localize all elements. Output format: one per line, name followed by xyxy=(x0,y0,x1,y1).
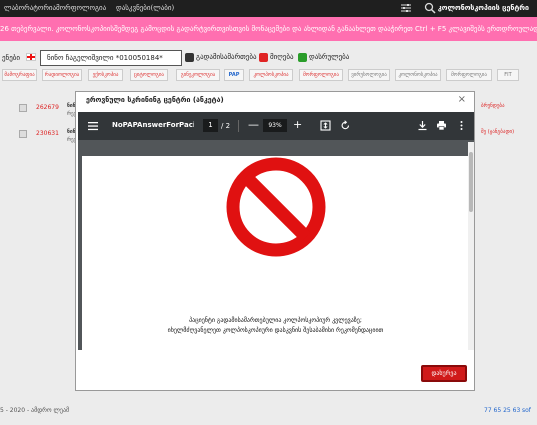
footer-copyright: 5 - 2020 - ამდრო ლეამ xyxy=(0,407,70,414)
zoom-level-input[interactable]: 93% xyxy=(263,119,287,132)
legend-redirect-label: გადამისამართება xyxy=(196,53,257,61)
pdf-scrollbar-thumb[interactable] xyxy=(469,152,473,212)
pdf-message-line-2: იხელმძღვანელეთ კოლპოსკოპიური დასკვნის შე… xyxy=(167,327,384,334)
download-icon[interactable] xyxy=(417,120,428,131)
footer-phone[interactable]: 77 65 25 63 xyxy=(484,407,520,414)
tab-morphology-2[interactable]: მორფოლოგია xyxy=(446,69,492,81)
pdf-toolbar: NoPAPAnswerForPacie... 1 / 2 — 93% + xyxy=(78,112,474,140)
nav-link-conclusions[interactable]: დასკვნები(ლაბი) xyxy=(116,4,174,12)
more-vert-icon[interactable] xyxy=(456,120,467,131)
patient-search-field[interactable]: ნინო ჩაგელიშვილი *010050184* xyxy=(40,50,182,66)
nav-link-morphology[interactable]: მორფოლოგია xyxy=(56,4,106,12)
row-id[interactable]: 262679 xyxy=(36,104,59,111)
row-status: შე (ჟანგბადი) xyxy=(481,129,515,135)
tabs-row: მამოგრაფია რადიოლოგია ექოსკოპია ციტოლოგი… xyxy=(0,69,537,82)
nav-link-laboratory[interactable]: ლაბორატორია xyxy=(4,4,56,12)
zoom-in-button[interactable]: + xyxy=(293,118,302,131)
filter-row: ენები ნინო ჩაგელიშვილი *010050184* გადამ… xyxy=(0,49,537,67)
fit-page-icon[interactable] xyxy=(320,120,331,131)
pdf-filename: NoPAPAnswerForPacie... xyxy=(112,121,194,129)
search-icon[interactable] xyxy=(424,2,436,14)
questionnaire-modal: ეროვნული სკრინინგ ცენტრი (ანკეტა) × NoPA… xyxy=(75,91,475,391)
tab-echoscopy[interactable]: ექოსკოპია xyxy=(88,69,123,81)
settings-sliders-icon[interactable] xyxy=(400,2,412,14)
legend-swatch-dark xyxy=(185,52,194,62)
menu-icon[interactable] xyxy=(88,121,98,131)
row-id[interactable]: 230631 xyxy=(36,130,59,137)
zoom-out-button[interactable]: — xyxy=(248,118,259,131)
tab-gynecology[interactable]: გინეკოლოგია xyxy=(176,69,220,81)
row-status: ბრუნდება xyxy=(481,103,505,109)
legend-swatch-green xyxy=(298,52,307,62)
pdf-message-line-1: პაციენტი გადამისამართებულია კოლპოსკოპიურ… xyxy=(189,317,362,324)
legend-swatch-red xyxy=(259,52,268,62)
print-icon[interactable] xyxy=(436,120,447,131)
tab-mammography[interactable]: მამოგრაფია xyxy=(2,69,37,81)
pdf-page-input[interactable]: 1 xyxy=(203,119,218,132)
footer-email[interactable]: sof xyxy=(522,407,531,414)
pdf-page: პაციენტი გადამისამართებულია კოლპოსკოპიურ… xyxy=(82,156,469,350)
tab-colonoscopy[interactable]: კოლონოსკოპია xyxy=(395,69,441,81)
tab-cytology[interactable]: ციტოლოგია xyxy=(130,69,168,81)
announcement-bar: 26 თებერვალი. კოლონოსკოპიისშემდეგ გამოცდ… xyxy=(0,17,537,41)
modal-close-icon[interactable]: × xyxy=(458,94,466,105)
tab-virology[interactable]: ვირუსოლოგია xyxy=(348,69,390,81)
toolbar-divider xyxy=(238,120,239,132)
tab-morphology[interactable]: მორფოლოგია xyxy=(299,69,343,81)
legend-complete-label: დასრულება xyxy=(309,53,350,61)
rotate-icon[interactable] xyxy=(340,120,351,131)
pdf-scrollbar[interactable] xyxy=(468,142,474,350)
tab-colposcopy[interactable]: კოლპოსკოპია xyxy=(249,69,293,81)
language-label: ენები xyxy=(2,54,21,62)
prohibited-icon xyxy=(226,157,326,257)
legend-accept-label: მიღება xyxy=(270,53,294,61)
modal-title: ეროვნული სკრინინგ ცენტრი (ანკეტა) xyxy=(86,96,224,104)
legend-redirect: გადამისამართება xyxy=(185,52,257,63)
legend-accept: მიღება xyxy=(259,52,294,63)
tab-fit[interactable]: FIT xyxy=(497,69,519,81)
tab-pap[interactable]: PAP xyxy=(224,69,244,81)
brand-title[interactable]: კოლონოსკოპიის ცენტრი xyxy=(438,4,529,12)
tab-radiology[interactable]: რადიოლოგია xyxy=(42,69,82,81)
row-thumbnail-icon xyxy=(19,104,27,112)
legend-complete: დასრულება xyxy=(298,52,349,63)
row-thumbnail-icon xyxy=(19,130,27,138)
close-button[interactable]: დახურვა xyxy=(421,365,467,382)
georgian-flag-icon[interactable] xyxy=(26,53,36,61)
pdf-page-total: / 2 xyxy=(221,122,231,130)
pdf-viewer[interactable]: NoPAPAnswerForPacie... 1 / 2 — 93% + xyxy=(78,112,474,350)
top-navbar: ლაბორატორია მორფოლოგია დასკვნები(ლაბი) კ… xyxy=(0,0,537,17)
